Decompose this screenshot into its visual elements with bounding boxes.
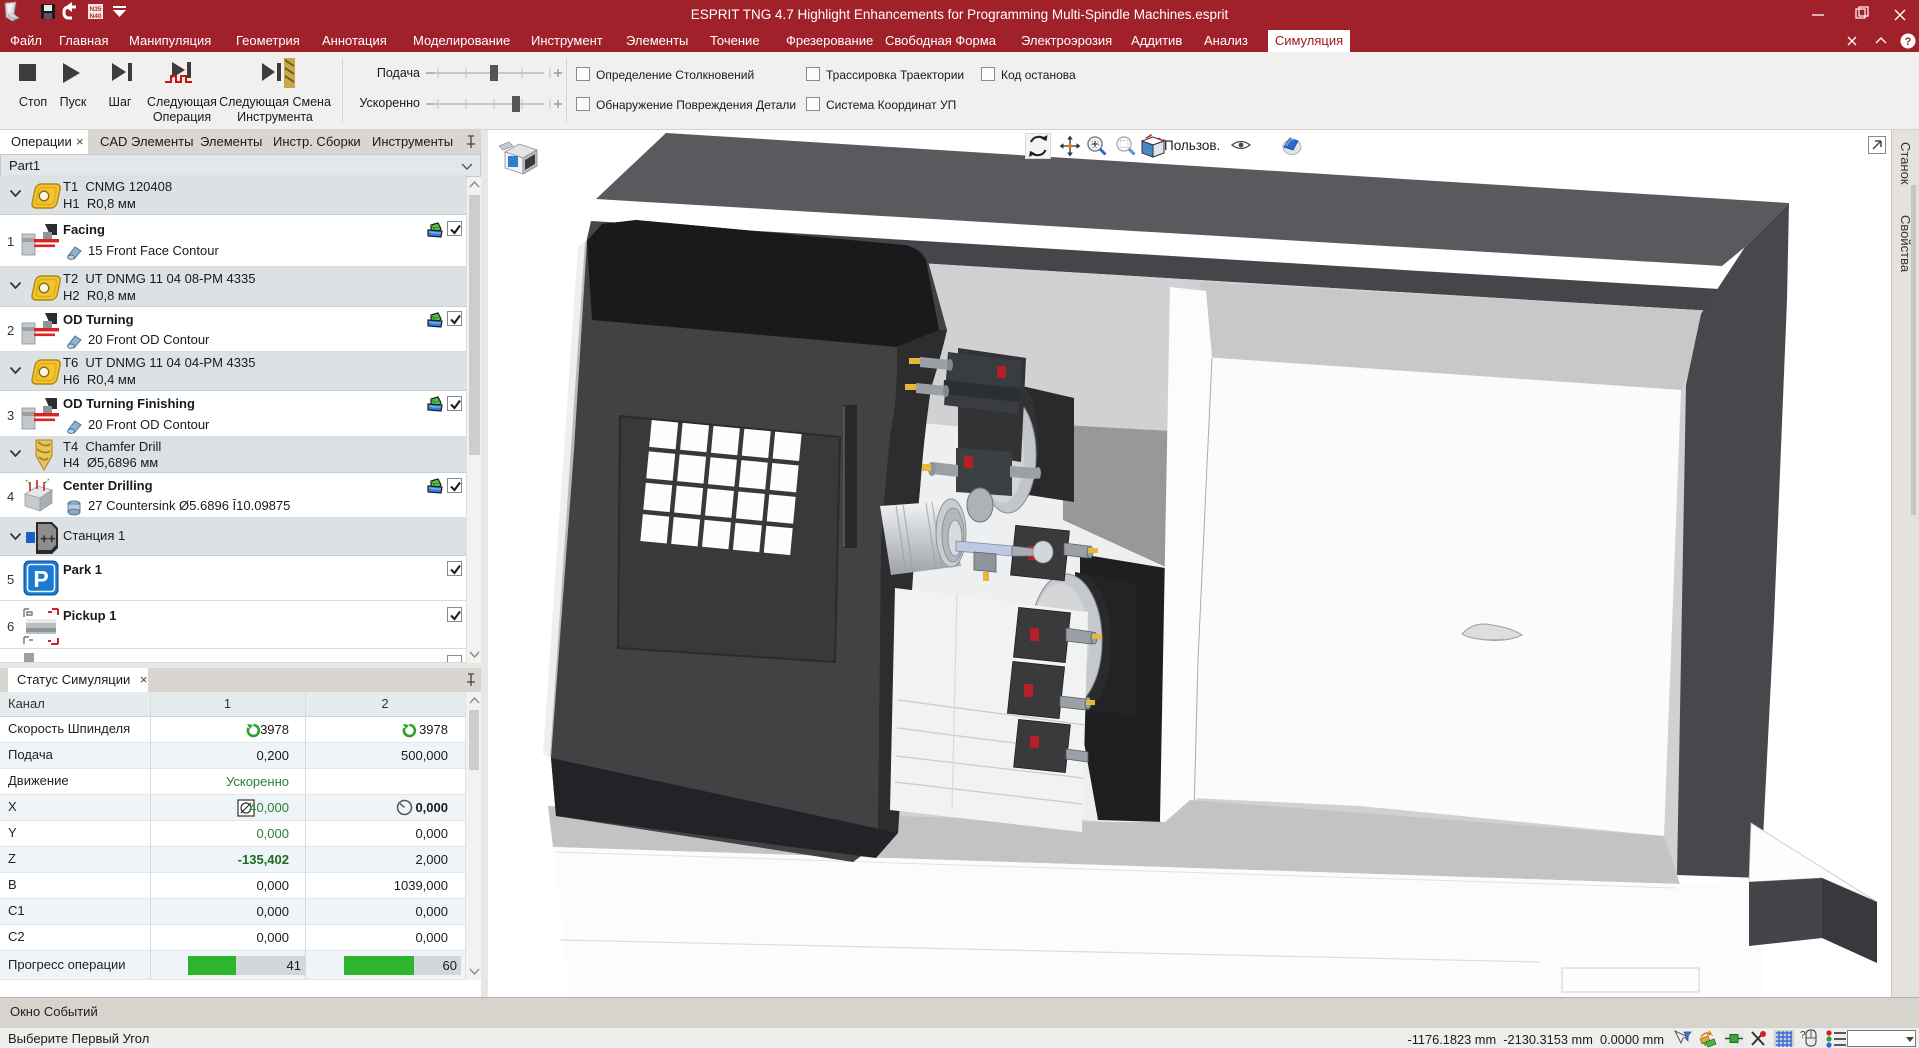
svg-text:++: ++: [40, 531, 56, 546]
svg-text:?: ?: [1905, 36, 1912, 48]
svg-text:P: P: [33, 566, 48, 592]
svg-text:?: ?: [1800, 1030, 1806, 1041]
